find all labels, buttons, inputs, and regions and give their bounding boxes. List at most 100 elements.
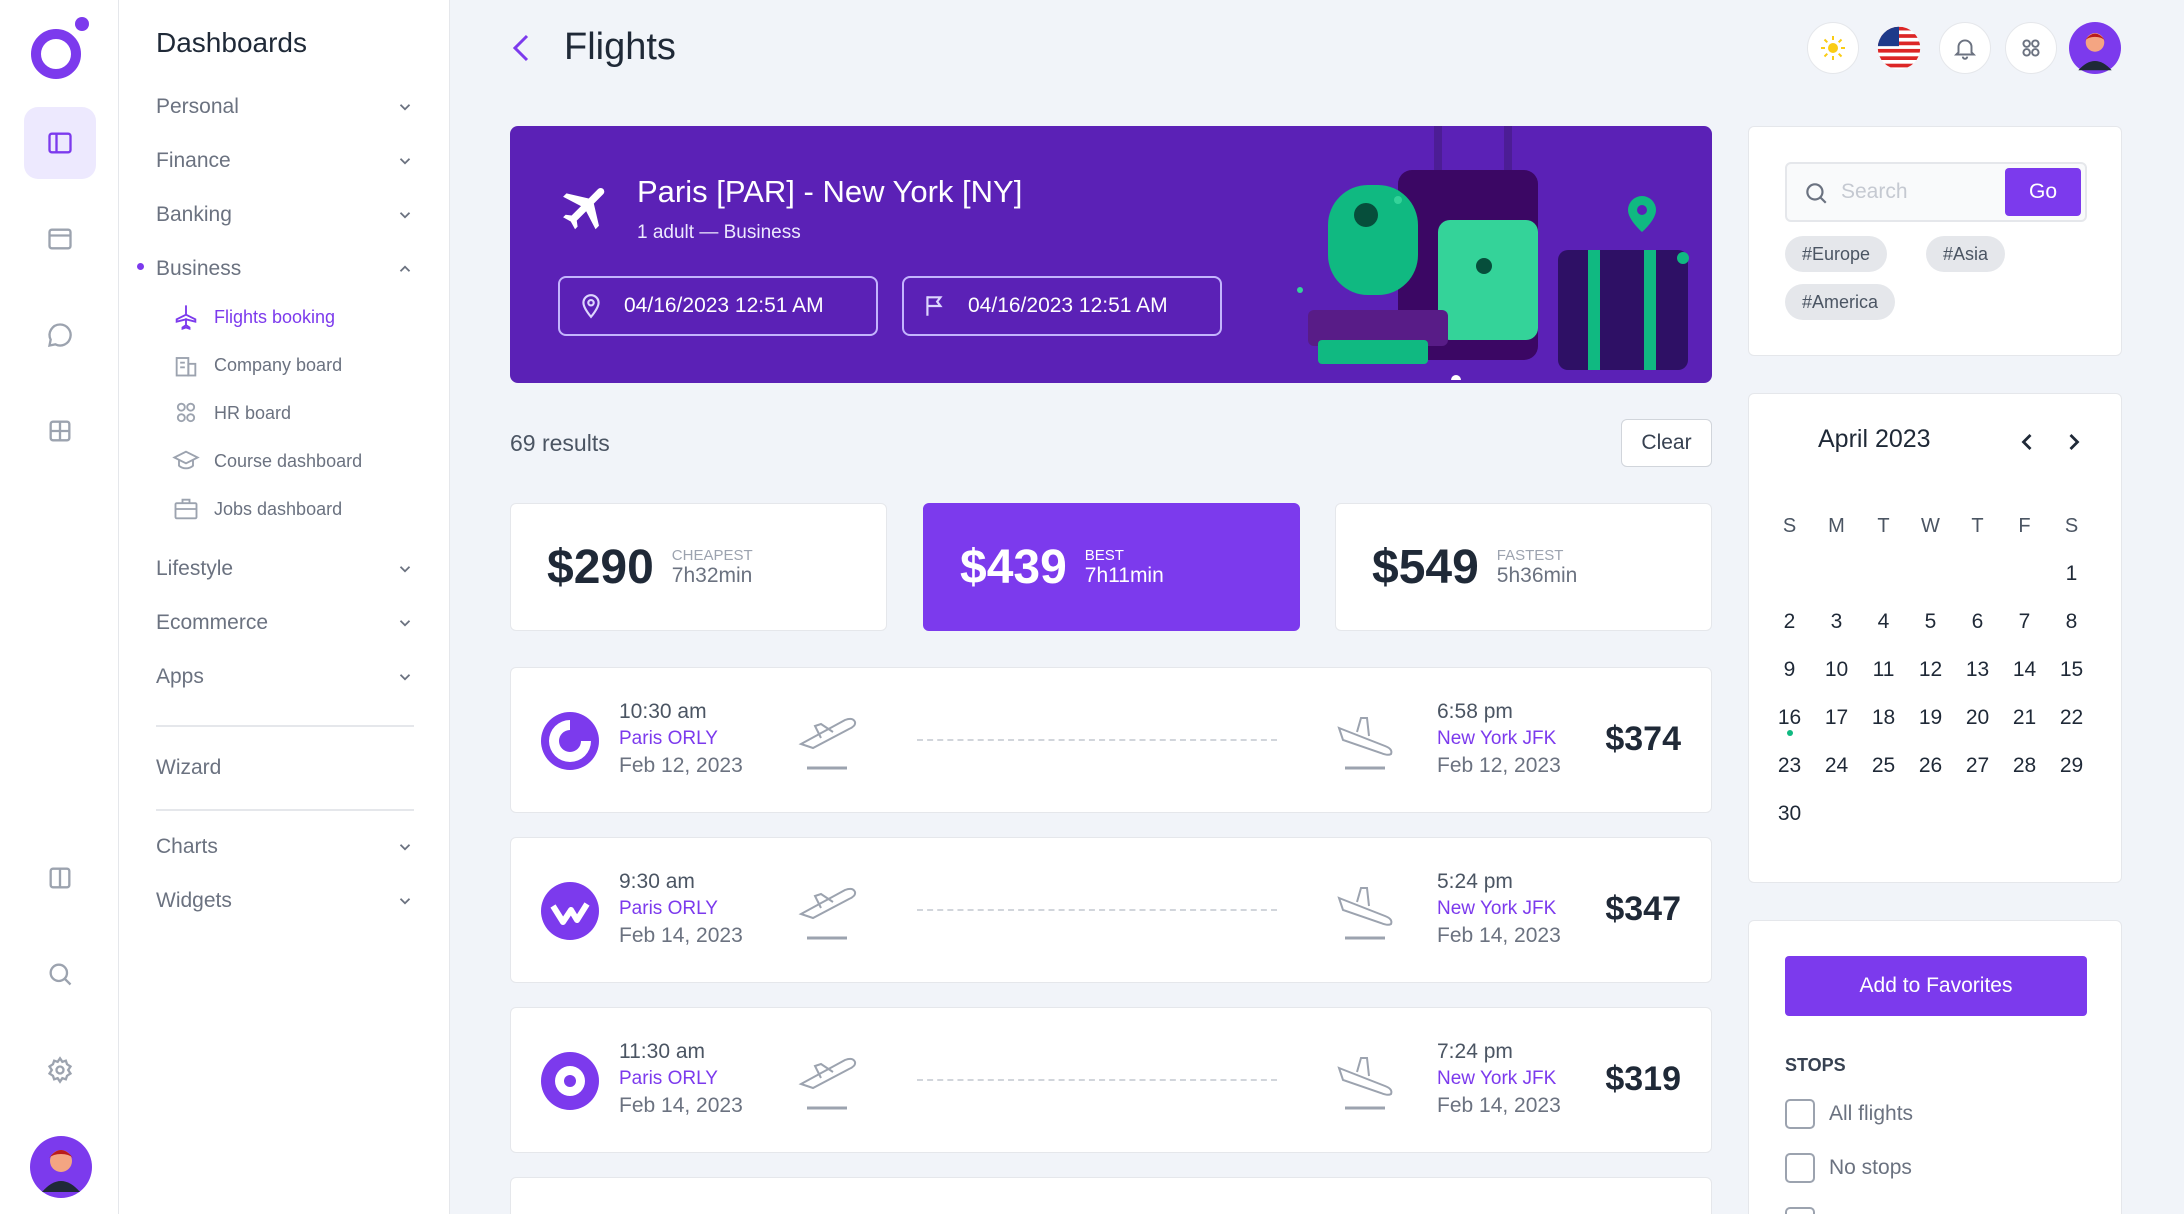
calendar-day[interactable]: 22 (2048, 694, 2095, 742)
calendar-day[interactable]: 25 (1860, 742, 1907, 790)
menu-item-lifestyle[interactable]: Lifestyle (156, 549, 414, 589)
calendar-day[interactable]: 4 (1860, 598, 1907, 646)
menu-item-apps[interactable]: Apps (156, 657, 414, 697)
window-rail-button[interactable] (24, 203, 96, 275)
page-title: Flights (564, 26, 676, 68)
calendar-day[interactable]: 6 (1954, 598, 2001, 646)
price-label: FASTEST (1496, 546, 1564, 564)
calendar-day[interactable]: 12 (1907, 646, 1954, 694)
departure-airport: Paris ORLY (619, 1068, 718, 1089)
menu-item-banking[interactable]: Banking (156, 195, 414, 235)
chevron-up-icon (399, 265, 411, 272)
calendar-day[interactable]: 9 (1766, 646, 1813, 694)
sub-item-company-board[interactable]: Company board (172, 348, 342, 382)
search-input[interactable] (1841, 174, 1991, 210)
settings-rail-button[interactable] (24, 1034, 96, 1106)
calendar-day-today[interactable]: 16 (1766, 694, 1813, 742)
calendar-day[interactable]: 10 (1813, 646, 1860, 694)
calendar-day[interactable]: 11 (1860, 646, 1907, 694)
grid-rail-button[interactable] (24, 395, 96, 467)
calendar-day[interactable]: 15 (2048, 646, 2095, 694)
bell-icon (1953, 39, 1977, 60)
columns-rail-button[interactable] (24, 842, 96, 914)
dashboard-rail-button[interactable] (24, 107, 96, 179)
next-month-button[interactable] (2060, 428, 2088, 456)
menu-item-personal[interactable]: Personal (156, 87, 414, 127)
calendar-day[interactable]: 20 (1954, 694, 2001, 742)
flight-row[interactable]: 11:30 am Paris ORLY Feb 14, 2023 7:24 pm… (510, 1007, 1712, 1153)
checkbox[interactable] (1785, 1099, 1815, 1129)
calendar-day[interactable]: 13 (1954, 646, 2001, 694)
columns-icon (49, 867, 71, 889)
menu-item-charts[interactable]: Charts (156, 827, 414, 867)
tag-america[interactable]: #America (1785, 284, 1896, 320)
route-line (917, 739, 1277, 741)
sub-item-flights-booking[interactable]: Flights booking (172, 300, 335, 334)
menu-item-business[interactable]: Business (156, 249, 414, 289)
previous-month-button[interactable] (2013, 428, 2041, 456)
apps-button[interactable] (2005, 22, 2057, 74)
calendar-day[interactable]: 29 (2048, 742, 2095, 790)
calendar-day[interactable]: 8 (2048, 598, 2095, 646)
tag-europe[interactable]: #Europe (1785, 236, 1888, 272)
user-avatar[interactable] (30, 1136, 92, 1198)
calendar-day[interactable]: 24 (1813, 742, 1860, 790)
calendar-day[interactable]: 14 (2001, 646, 2048, 694)
menu-item-widgets[interactable]: Widgets (156, 881, 414, 921)
flight-row[interactable]: 9:30 am Paris ORLY Feb 14, 2023 5:24 pm … (510, 837, 1712, 983)
calendar-day[interactable]: 7 (2001, 598, 2048, 646)
clear-button[interactable]: Clear (1621, 419, 1712, 467)
chevron-down-icon (399, 844, 411, 851)
route-title: Paris [PAR] - New York [NY] (637, 174, 1023, 209)
dashboards-menu: Dashboards Personal Finance Banking Busi… (119, 0, 450, 1214)
chevron-down-icon (399, 674, 411, 681)
calendar-day[interactable]: 1 (2048, 550, 2095, 598)
calendar-day[interactable]: 19 (1907, 694, 1954, 742)
menu-item-ecommerce[interactable]: Ecommerce (156, 603, 414, 643)
stops-option-more[interactable] (1785, 1207, 1815, 1214)
calendar-day[interactable]: 27 (1954, 742, 2001, 790)
menu-item-finance[interactable]: Finance (156, 141, 414, 181)
flight-row[interactable] (510, 1177, 1712, 1214)
profile-button[interactable] (2069, 22, 2121, 74)
tag-asia[interactable]: #Asia (1926, 236, 2006, 272)
calendar-day[interactable]: 5 (1907, 598, 1954, 646)
calendar-day[interactable]: 2 (1766, 598, 1813, 646)
calendar-day[interactable]: 30 (1766, 790, 1813, 838)
back-button[interactable] (505, 28, 535, 68)
theme-toggle-button[interactable] (1807, 22, 1859, 74)
calendar-day[interactable]: 26 (1907, 742, 1954, 790)
sub-item-jobs-dashboard[interactable]: Jobs dashboard (172, 492, 342, 526)
calendar-day[interactable]: 18 (1860, 694, 1907, 742)
best-price-card[interactable]: $439 BEST 7h11min (923, 503, 1300, 631)
messages-rail-button[interactable] (24, 299, 96, 371)
calendar-day[interactable]: 17 (1813, 694, 1860, 742)
stops-option-no-stops[interactable]: No stops (1785, 1153, 1912, 1183)
calendar-day[interactable]: 21 (2001, 694, 2048, 742)
calendar-empty-cell (1766, 550, 1813, 598)
go-button[interactable]: Go (2005, 168, 2081, 216)
search-rail-button[interactable] (24, 938, 96, 1010)
graduation-cap-icon (172, 450, 200, 470)
calendar-day[interactable]: 28 (2001, 742, 2048, 790)
menu-item-wizard[interactable]: Wizard (156, 748, 414, 788)
notifications-button[interactable] (1939, 22, 1991, 74)
browser-window-icon (48, 228, 72, 250)
app-logo[interactable] (30, 16, 92, 82)
language-button[interactable] (1873, 22, 1925, 74)
departure-date-field[interactable]: 04/16/2023 12:51 AM (558, 276, 878, 336)
checkbox[interactable] (1785, 1207, 1815, 1214)
stops-option-all-flights[interactable]: All flights (1785, 1099, 1913, 1129)
calendar-day[interactable]: 3 (1813, 598, 1860, 646)
sub-item-course-dashboard[interactable]: Course dashboard (172, 444, 362, 478)
checkbox[interactable] (1785, 1153, 1815, 1183)
cheapest-price-card[interactable]: $290 CHEAPEST 7h32min (510, 503, 887, 631)
add-to-favorites-button[interactable]: Add to Favorites (1785, 956, 2087, 1016)
fastest-price-card[interactable]: $549 FASTEST 5h36min (1335, 503, 1712, 631)
calendar-day[interactable]: 23 (1766, 742, 1813, 790)
flight-price: $374 (1605, 720, 1681, 758)
sub-item-hr-board[interactable]: HR board (172, 396, 291, 430)
return-date-field[interactable]: 04/16/2023 12:51 AM (902, 276, 1222, 336)
flight-row[interactable]: 10:30 am Paris ORLY Feb 12, 2023 6:58 pm… (510, 667, 1712, 813)
flight-search-banner: Paris [PAR] - New York [NY] 1 adult — Bu… (510, 126, 1712, 383)
